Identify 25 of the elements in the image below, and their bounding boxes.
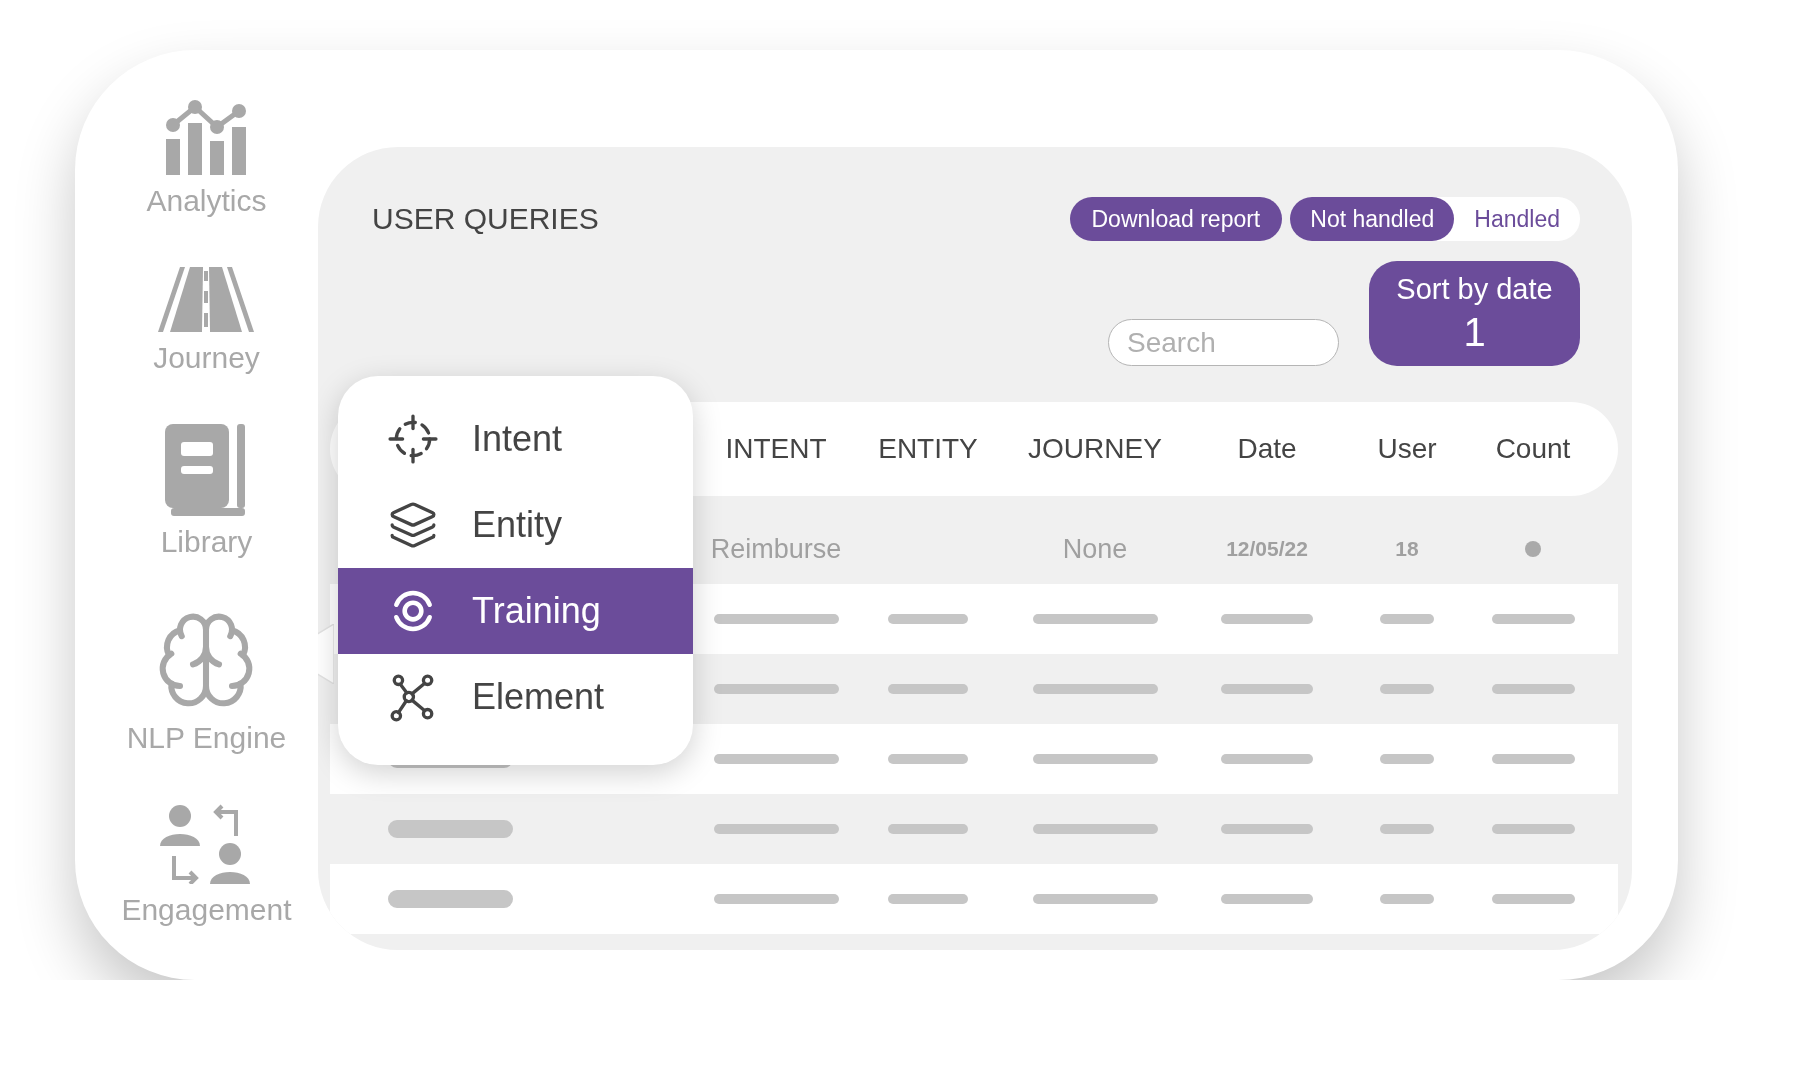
column-header: User — [1377, 433, 1437, 465]
book-icon — [165, 424, 248, 516]
table-cell: Reimburse — [710, 533, 842, 565]
column-header: JOURNEY — [1028, 433, 1162, 465]
menu-item[interactable]: Intent — [338, 396, 693, 482]
panel-title: USER QUERIES — [372, 202, 599, 236]
sort-by-date-button[interactable]: Sort by date 1 — [1369, 261, 1580, 366]
filter-option[interactable]: Not handled — [1290, 197, 1455, 241]
menu-item[interactable]: Training — [338, 568, 693, 654]
table-cell: 12/05/22 — [1226, 537, 1308, 561]
table-cell: None — [1062, 533, 1128, 565]
layers-icon — [388, 500, 438, 550]
column-header: ENTITY — [878, 433, 978, 465]
search-field[interactable]: Search — [1108, 319, 1339, 366]
table-cell: 18 — [1395, 537, 1419, 561]
road-icon — [158, 267, 255, 332]
filter-option[interactable]: Handled — [1454, 197, 1580, 241]
column-header: Date — [1237, 433, 1297, 465]
column-header: Count — [1495, 433, 1571, 465]
menu-item[interactable]: Entity — [338, 482, 693, 568]
crosshair-icon — [388, 414, 438, 464]
dot-icon — [1525, 541, 1541, 557]
download-report-button[interactable]: Download report — [1069, 197, 1283, 241]
column-header: INTENT — [725, 433, 827, 465]
menu-item[interactable]: Element — [338, 654, 693, 740]
